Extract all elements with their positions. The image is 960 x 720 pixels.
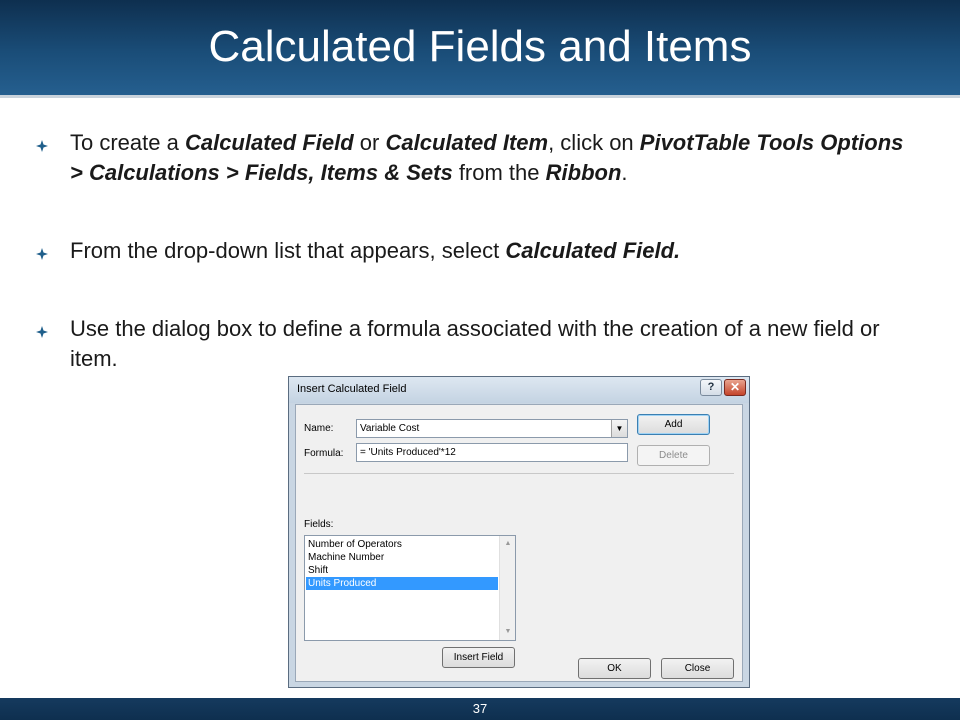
close-window-button[interactable]: ✕	[724, 379, 746, 396]
bullet-run: Use the dialog box to define a formula a…	[70, 316, 880, 371]
name-label: Name:	[304, 423, 334, 434]
ok-button[interactable]: OK	[578, 658, 651, 679]
bullet-1-text: To create a Calculated Field or Calculat…	[70, 128, 920, 188]
dialog-titlebar: Insert Calculated Field ? ✕	[289, 377, 749, 403]
bullet-run: .	[621, 160, 628, 185]
name-value: Variable Cost	[360, 423, 420, 434]
diamond-bullet-icon	[36, 140, 48, 152]
scroll-down-icon[interactable]: ▼	[500, 624, 516, 640]
dialog-body: Name: Variable Cost ▼ Formula: = 'Units …	[295, 404, 743, 682]
help-button[interactable]: ?	[700, 379, 722, 396]
close-button[interactable]: Close	[661, 658, 734, 679]
formula-label: Formula:	[304, 448, 344, 459]
bullet-run: From the drop-down list that appears, se…	[70, 238, 506, 263]
dialog-title: Insert Calculated Field	[297, 383, 407, 395]
separator	[304, 473, 734, 474]
footer-bar: 37	[0, 698, 960, 720]
list-item-selected[interactable]: Units Produced	[306, 577, 498, 590]
list-item[interactable]: Shift	[306, 564, 498, 577]
fields-listbox[interactable]: Number of Operators Machine Number Shift…	[304, 535, 516, 641]
bullet-run: from the	[452, 160, 546, 185]
diamond-bullet-icon	[36, 326, 48, 338]
bullet-emphasis: Calculated Item	[385, 130, 549, 155]
bullet-run: or	[353, 130, 386, 155]
bullet-3-text: Use the dialog box to define a formula a…	[70, 314, 920, 374]
delete-button[interactable]: Delete	[637, 445, 710, 466]
insert-calculated-field-dialog: Insert Calculated Field ? ✕ Name: Variab…	[288, 376, 750, 688]
diamond-bullet-icon	[36, 248, 48, 260]
bullet-2-text: From the drop-down list that appears, se…	[70, 236, 920, 266]
insert-field-button[interactable]: Insert Field	[442, 647, 515, 668]
bullet-run: , click on	[548, 130, 640, 155]
scroll-up-icon[interactable]: ▲	[500, 536, 516, 552]
bullet-emphasis: Ribbon	[545, 160, 622, 185]
formula-input[interactable]: = 'Units Produced'*12	[356, 443, 628, 462]
slide-title: Calculated Fields and Items	[208, 22, 752, 71]
list-item[interactable]: Machine Number	[306, 551, 498, 564]
page-number: 37	[472, 701, 488, 716]
name-combobox[interactable]: Variable Cost ▼	[356, 419, 628, 438]
add-button[interactable]: Add	[637, 414, 710, 435]
chevron-down-icon[interactable]: ▼	[611, 420, 627, 437]
bullet-run: To create a	[70, 130, 185, 155]
fields-label: Fields:	[304, 519, 334, 530]
bullet-emphasis: Calculated Field	[184, 130, 354, 155]
bullet-emphasis: Calculated Field.	[505, 238, 681, 263]
list-item[interactable]: Number of Operators	[306, 538, 498, 551]
listbox-scrollbar[interactable]: ▲ ▼	[499, 536, 515, 640]
title-bar: Calculated Fields and Items	[0, 0, 960, 98]
